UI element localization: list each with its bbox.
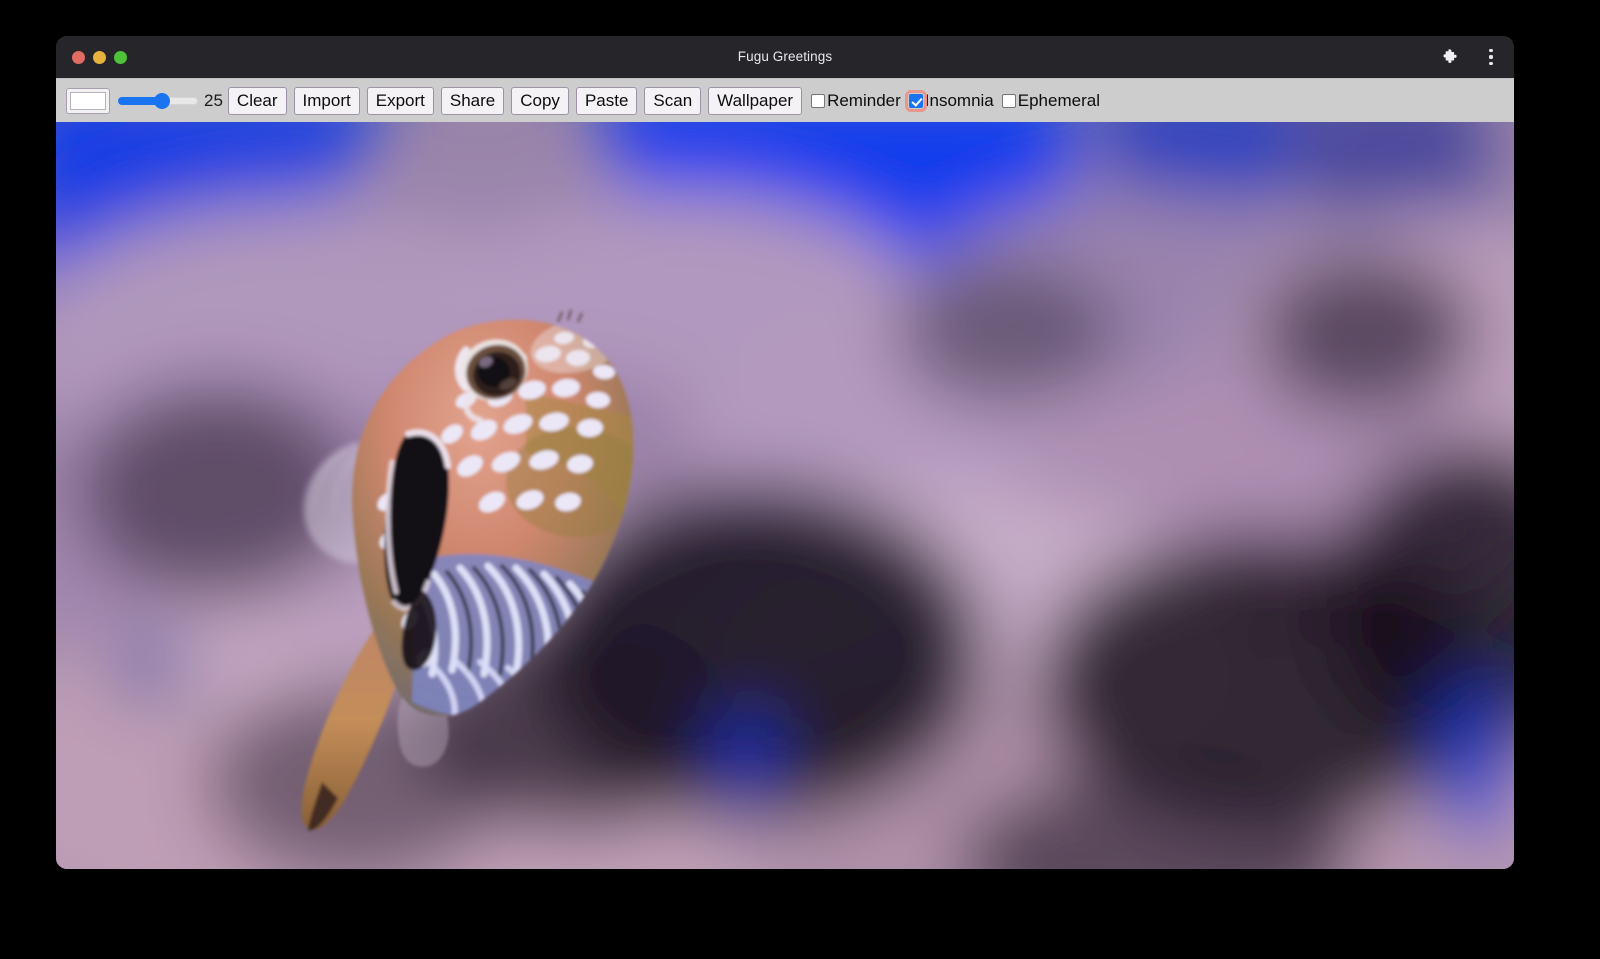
menu-dot [1489,55,1492,58]
titlebar-actions [1442,36,1500,78]
insomnia-checkbox-item: Insomnia [909,91,1000,111]
share-button[interactable]: Share [441,87,504,115]
browser-menu-icon[interactable] [1482,47,1500,67]
window-titlebar: Fugu Greetings [56,36,1514,78]
slider-value-label: 25 [204,91,223,111]
scan-button[interactable]: Scan [644,87,701,115]
ephemeral-checkbox-label: Ephemeral [1018,91,1100,111]
line-width-slider[interactable] [118,88,198,114]
color-picker-swatch [70,92,106,110]
minimize-button[interactable] [93,51,106,64]
toolbar-checkboxes: Reminder Insomnia Ephemeral [811,91,1108,111]
ephemeral-checkbox-item: Ephemeral [1002,91,1106,111]
menu-dot [1489,49,1492,52]
copy-button[interactable]: Copy [511,87,569,115]
screen: Fugu Greetings [0,0,1600,959]
maximize-button[interactable] [114,51,127,64]
close-button[interactable] [72,51,85,64]
reminder-checkbox-label: Reminder [827,91,901,111]
browser-window: Fugu Greetings [56,36,1514,869]
clear-button[interactable]: Clear [228,87,287,115]
insomnia-checkbox-label: Insomnia [925,91,994,111]
insomnia-checkbox[interactable] [909,94,923,108]
import-button[interactable]: Import [294,87,360,115]
wallpaper-button[interactable]: Wallpaper [708,87,802,115]
reminder-checkbox-item: Reminder [811,91,907,111]
export-button[interactable]: Export [367,87,434,115]
pufferfish-photo [56,122,1514,869]
ephemeral-checkbox[interactable] [1002,94,1016,108]
slider-thumb[interactable] [154,93,170,109]
canvas-viewport[interactable] [56,122,1514,869]
paste-button[interactable]: Paste [576,87,637,115]
extensions-puzzle-icon[interactable] [1442,48,1460,66]
reminder-checkbox[interactable] [811,94,825,108]
menu-dot [1489,62,1492,65]
app-toolbar: 25 Clear Import Export Share Copy Paste … [56,78,1514,122]
color-picker[interactable] [66,88,110,114]
window-title: Fugu Greetings [56,36,1514,78]
traffic-light-controls [72,36,127,78]
